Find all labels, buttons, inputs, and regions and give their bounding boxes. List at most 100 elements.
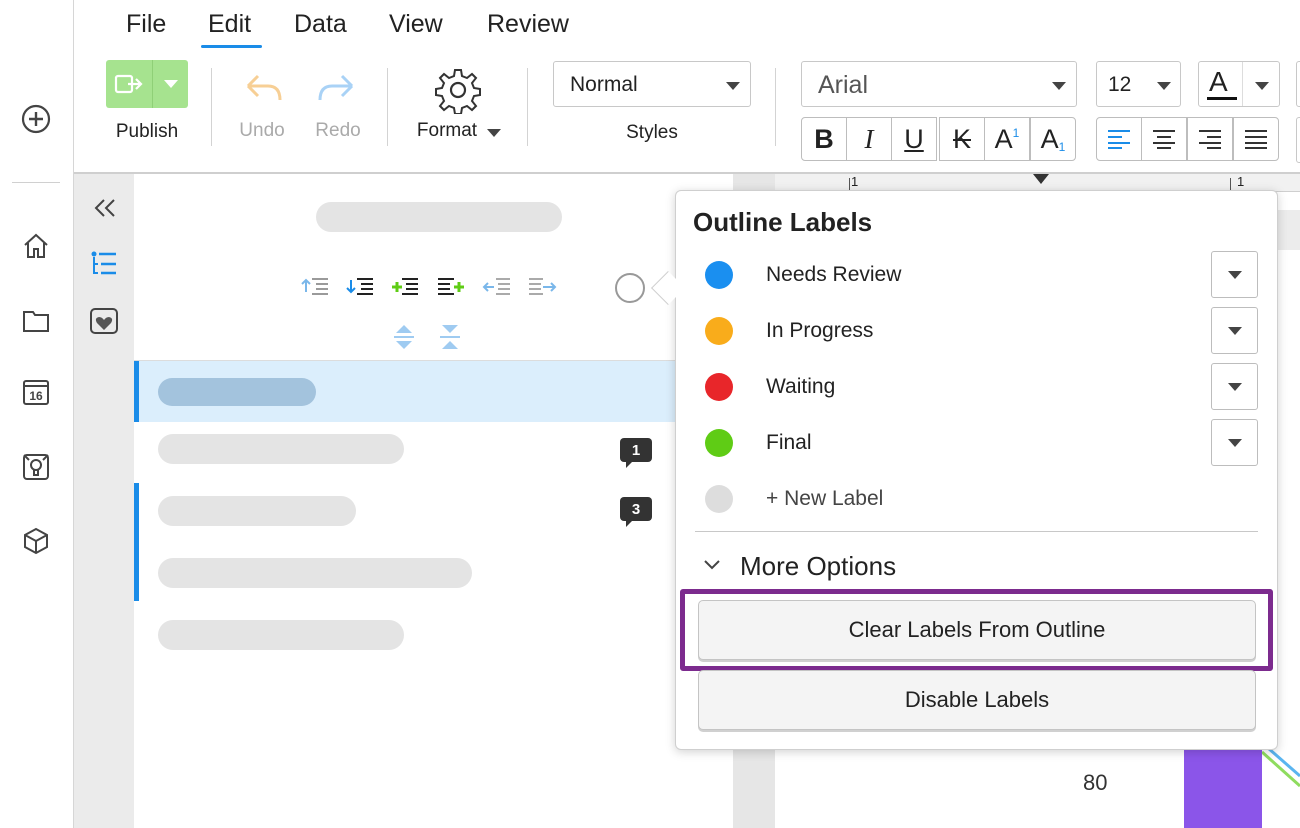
menu-view[interactable]: View xyxy=(389,10,443,39)
superscript-glyph: A xyxy=(994,123,1013,154)
calendar-icon[interactable]: 16 xyxy=(19,375,53,409)
add-before-icon[interactable] xyxy=(390,274,420,300)
publish-dropdown-icon[interactable] xyxy=(153,60,188,108)
publish-button[interactable] xyxy=(106,60,188,108)
label-name: Waiting xyxy=(766,375,836,398)
font-color-glyph: A xyxy=(1209,66,1228,97)
underline-button[interactable]: U xyxy=(891,117,937,161)
chevron-down-icon xyxy=(1157,82,1171,90)
align-right-button[interactable] xyxy=(1187,117,1233,161)
collapse-panel-icon[interactable] xyxy=(90,194,120,222)
clear-labels-button[interactable]: Clear Labels From Outline xyxy=(698,600,1256,660)
bold-button[interactable]: B xyxy=(801,117,847,161)
style-select[interactable]: Normal xyxy=(553,61,751,107)
toolbar-overflow-control[interactable] xyxy=(1296,117,1300,163)
add-icon[interactable] xyxy=(19,102,53,136)
publish-icon xyxy=(106,60,152,108)
chevron-down-icon xyxy=(1052,82,1066,90)
label-row-final[interactable]: Final xyxy=(676,415,1276,471)
outline-row-placeholder[interactable] xyxy=(158,620,404,650)
label-row-waiting[interactable]: Waiting xyxy=(676,359,1276,415)
gear-icon[interactable] xyxy=(434,66,482,115)
menu-data[interactable]: Data xyxy=(294,10,347,39)
chart-axis-value: 80 xyxy=(1083,770,1108,795)
indent-icon[interactable] xyxy=(527,274,557,300)
menu-review[interactable]: Review xyxy=(487,10,569,39)
outline-title-placeholder xyxy=(316,202,562,232)
outline-row-placeholder[interactable] xyxy=(158,558,472,588)
toolbar-overflow-control[interactable] xyxy=(1296,61,1300,107)
collapse-all-icon[interactable] xyxy=(438,322,462,352)
label-name: Needs Review xyxy=(766,263,902,286)
label-options-dropdown[interactable] xyxy=(1211,419,1258,466)
promote-icon[interactable] xyxy=(300,274,330,300)
label-name: Final xyxy=(766,431,812,454)
home-icon[interactable] xyxy=(19,229,53,263)
undo-label: Undo xyxy=(239,120,285,141)
rail-divider xyxy=(12,182,60,183)
add-after-icon[interactable] xyxy=(436,274,466,300)
font-size-value: 12 xyxy=(1108,73,1132,96)
canvas-edge xyxy=(1276,210,1300,250)
align-left-icon xyxy=(1108,130,1130,149)
label-indicator-bar xyxy=(134,361,139,422)
subscript-button[interactable]: A1 xyxy=(1030,117,1076,161)
menu-file[interactable]: File xyxy=(126,10,166,39)
redo-icon[interactable] xyxy=(314,72,362,112)
menu-edit[interactable]: Edit xyxy=(208,10,251,39)
label-color-dot xyxy=(705,373,733,401)
chevron-down-icon xyxy=(1255,82,1269,90)
demote-icon[interactable] xyxy=(345,274,375,300)
outline-view-icon[interactable] xyxy=(88,248,120,280)
format-label[interactable]: Format xyxy=(412,120,482,142)
superscript-button[interactable]: A1 xyxy=(984,117,1030,161)
chart-bar xyxy=(1184,748,1262,828)
strikethrough-button[interactable]: K xyxy=(939,117,985,161)
expand-all-icon[interactable] xyxy=(392,322,416,352)
label-name: In Progress xyxy=(766,319,874,342)
font-color-button[interactable]: A xyxy=(1198,61,1280,107)
comment-count-badge[interactable]: 1 xyxy=(620,438,652,468)
label-row-in-progress[interactable]: In Progress xyxy=(676,303,1276,359)
italic-button[interactable]: I xyxy=(846,117,892,161)
label-color-dot xyxy=(705,317,733,345)
label-options-dropdown[interactable] xyxy=(1211,363,1258,410)
subscript-digit: 1 xyxy=(1058,140,1066,154)
idea-board-icon[interactable] xyxy=(19,450,53,484)
label-options-dropdown[interactable] xyxy=(1211,251,1258,298)
align-left-button[interactable] xyxy=(1096,117,1142,161)
label-indicator-bar xyxy=(134,483,139,601)
new-label-row[interactable]: + New Label xyxy=(676,471,1276,527)
align-center-button[interactable] xyxy=(1141,117,1187,161)
outdent-icon[interactable] xyxy=(482,274,512,300)
label-picker-button[interactable] xyxy=(615,273,645,303)
new-label-link[interactable]: + New Label xyxy=(766,487,883,511)
style-select-value: Normal xyxy=(570,73,638,96)
outline-row-placeholder[interactable] xyxy=(158,496,356,526)
outline-row-placeholder xyxy=(158,378,316,406)
outline-panel: 1 3 xyxy=(134,174,733,828)
ruler-indent-marker[interactable] xyxy=(1033,174,1049,184)
font-size-select[interactable]: 12 xyxy=(1096,61,1181,107)
more-options-toggle[interactable]: More Options xyxy=(740,551,896,582)
favorites-icon[interactable] xyxy=(88,306,120,338)
outline-labels-popover: Outline Labels Needs Review In Progress … xyxy=(675,190,1278,750)
font-select[interactable]: Arial xyxy=(801,61,1077,107)
chevron-down-icon[interactable] xyxy=(702,557,722,573)
label-color-dot xyxy=(705,261,733,289)
disable-labels-button[interactable]: Disable Labels xyxy=(698,670,1256,730)
label-row-needs-review[interactable]: Needs Review xyxy=(676,247,1276,303)
align-right-icon xyxy=(1199,130,1221,149)
cube-icon[interactable] xyxy=(19,524,53,558)
format-dropdown-icon[interactable] xyxy=(487,129,501,137)
popover-title: Outline Labels xyxy=(693,207,873,237)
label-color-dot xyxy=(705,429,733,457)
outline-row-selected[interactable] xyxy=(134,361,733,422)
comment-count-badge[interactable]: 3 xyxy=(620,497,652,527)
folder-icon[interactable] xyxy=(19,303,53,337)
label-options-dropdown[interactable] xyxy=(1211,307,1258,354)
styles-label: Styles xyxy=(626,122,678,143)
undo-icon[interactable] xyxy=(238,72,286,112)
outline-row-placeholder[interactable] xyxy=(158,434,404,464)
justify-button[interactable] xyxy=(1233,117,1279,161)
